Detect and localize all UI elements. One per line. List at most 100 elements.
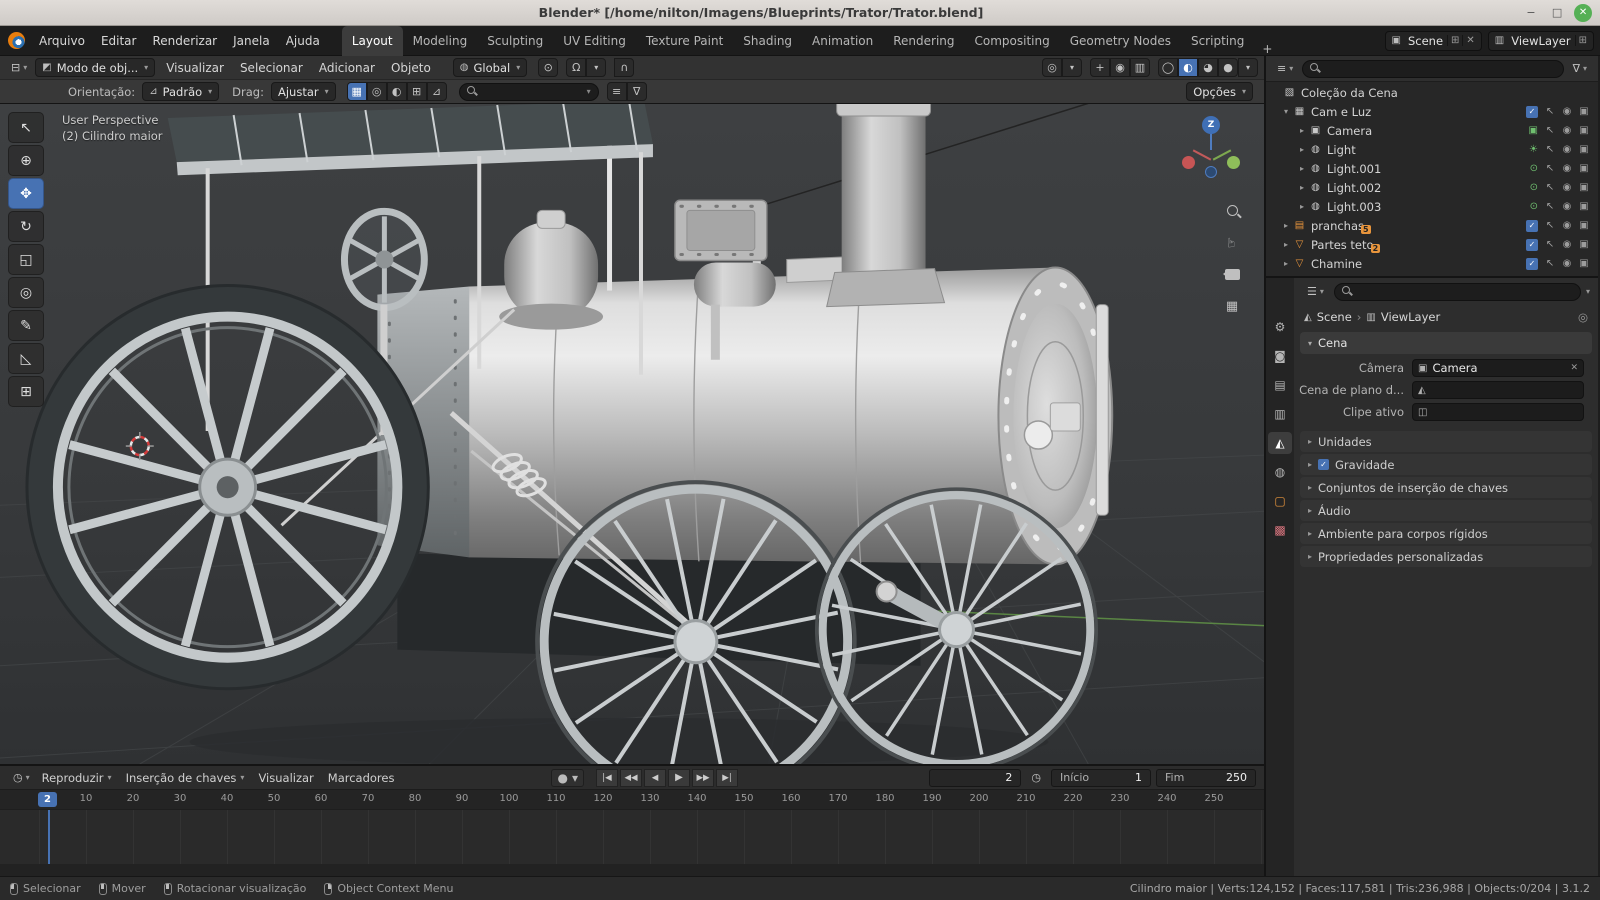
outliner-item-label[interactable]: Coleção da Cena xyxy=(1301,86,1398,100)
camera-visibility-icon[interactable]: ▣ xyxy=(1578,106,1590,117)
current-frame-field[interactable]: 2 xyxy=(929,769,1021,787)
collapsed-section[interactable]: ▸ ✓ Áudio xyxy=(1300,500,1592,521)
tab-texture[interactable]: ▩ xyxy=(1268,519,1292,541)
unlink-scene-button[interactable]: ✕ xyxy=(1462,35,1477,46)
workspace-tab[interactable]: Shading xyxy=(733,26,802,56)
chevron-down-icon[interactable]: ▾ xyxy=(1586,287,1590,296)
outliner-row[interactable]: ▸ ▽ Chamine ✓ ↖ ◉ ▣ xyxy=(1266,254,1598,273)
snap-settings-button[interactable]: ▾ xyxy=(586,58,606,77)
property-field[interactable]: ▣ Camera ✕ xyxy=(1412,359,1584,377)
visibility-dropdown[interactable]: ▾ xyxy=(1062,58,1082,77)
hide-eye-icon[interactable]: ◉ xyxy=(1561,163,1573,174)
frame-start-field[interactable]: Início1 xyxy=(1051,769,1151,787)
snap-vertex-icon[interactable]: ◎ xyxy=(367,82,387,101)
outliner-item-label[interactable]: Chamine xyxy=(1311,257,1362,271)
hide-eye-icon[interactable]: ◉ xyxy=(1561,239,1573,250)
auto-keying-button[interactable]: ● ▾ xyxy=(551,769,584,787)
navigation-gizmo[interactable]: Z xyxy=(1174,114,1248,188)
outliner-row[interactable]: ▸ ◍ Light.003 ⊙ ✓ ↖ ◉ ▣ xyxy=(1266,197,1598,216)
timeline-editor-type-button[interactable]: ◷ ▾ xyxy=(8,768,35,788)
shading-wireframe-icon[interactable]: ◯ xyxy=(1158,58,1178,77)
viewport-3d-canvas[interactable]: User Perspective (2) Cilindro maior ↖ ⊕ … xyxy=(0,104,1264,764)
shading-solid-icon[interactable]: ◐ xyxy=(1178,58,1198,77)
selectable-icon[interactable]: ↖ xyxy=(1544,201,1556,212)
new-viewlayer-button[interactable]: ⊞ xyxy=(1575,35,1590,46)
keying-menu[interactable]: Inserção de chaves▾ xyxy=(119,771,252,785)
transform-tool[interactable]: ◎ xyxy=(8,277,44,308)
clear-x-icon[interactable]: ✕ xyxy=(1570,363,1578,373)
frame-end-field[interactable]: Fim250 xyxy=(1156,769,1256,787)
expand-arrow-icon[interactable]: ▸ xyxy=(1280,240,1292,249)
timeline-tracks[interactable] xyxy=(0,810,1264,864)
camera-visibility-icon[interactable]: ▣ xyxy=(1578,258,1590,269)
workspace-tab[interactable]: Geometry Nodes xyxy=(1060,26,1181,56)
collapsed-section[interactable]: ▸ ✓ Ambiente para corpos rígidos xyxy=(1300,523,1592,544)
select-box-tool[interactable]: ↖ xyxy=(8,112,44,143)
jump-start-button[interactable]: |◀ xyxy=(596,769,618,787)
viewport-search-input[interactable]: ▾ xyxy=(459,83,599,101)
play-button[interactable]: ▶ xyxy=(668,769,690,787)
annotate-tool[interactable]: ✎ xyxy=(8,310,44,341)
selectable-icon[interactable]: ↖ xyxy=(1544,163,1556,174)
editor-type-button[interactable]: ⊟ ▾ xyxy=(6,58,32,78)
outliner-editor-type-button[interactable]: ≡ ▾ xyxy=(1272,59,1298,79)
markers-menu[interactable]: Marcadores xyxy=(321,771,402,785)
expand-arrow-icon[interactable]: ▾ xyxy=(1280,107,1292,116)
expand-arrow-icon[interactable]: ▸ xyxy=(1296,202,1308,211)
next-keyframe-button[interactable]: ▶▶ xyxy=(692,769,714,787)
prev-frame-button[interactable]: ◀ xyxy=(644,769,666,787)
hide-eye-icon[interactable]: ◉ xyxy=(1561,258,1573,269)
outliner-item-label[interactable]: Light.003 xyxy=(1327,200,1381,214)
grid-perspective-icon[interactable]: ▦ xyxy=(1222,296,1242,316)
zoom-icon[interactable] xyxy=(1222,200,1242,220)
minimize-button[interactable]: − xyxy=(1522,4,1540,22)
outliner-item-label[interactable]: Light.002 xyxy=(1327,181,1381,195)
expand-arrow-icon[interactable]: ▸ xyxy=(1296,126,1308,135)
outliner-filter-button[interactable]: ∇ ▾ xyxy=(1568,59,1592,79)
camera-visibility-icon[interactable]: ▣ xyxy=(1578,125,1590,136)
add-workspace-button[interactable]: + xyxy=(1254,42,1280,56)
tab-render[interactable]: ◙ xyxy=(1268,345,1292,367)
maximize-button[interactable]: □ xyxy=(1548,4,1566,22)
scene-section-header[interactable]: ▾ Cena xyxy=(1300,332,1592,354)
outliner-item-label[interactable]: Cam e Luz xyxy=(1311,105,1371,119)
selectable-icon[interactable]: ↖ xyxy=(1544,258,1556,269)
expand-arrow-icon[interactable]: ▸ xyxy=(1280,259,1292,268)
use-preview-range-button[interactable]: ◷ xyxy=(1026,768,1046,788)
viewlayer-selector[interactable]: ▥ ViewLayer ⊞ xyxy=(1488,31,1594,51)
filter-button[interactable]: ∇ xyxy=(627,82,647,101)
tab-output[interactable]: ▤ xyxy=(1268,374,1292,396)
camera-visibility-icon[interactable]: ▣ xyxy=(1578,239,1590,250)
hide-eye-icon[interactable]: ◉ xyxy=(1561,182,1573,193)
collapsed-section[interactable]: ▸ ✓ Propriedades personalizadas xyxy=(1300,546,1592,567)
collection-checkbox[interactable]: ✓ xyxy=(1526,106,1538,118)
collection-checkbox[interactable]: ✓ xyxy=(1526,239,1538,251)
expand-arrow-icon[interactable]: ▸ xyxy=(1296,183,1308,192)
hide-eye-icon[interactable]: ◉ xyxy=(1561,106,1573,117)
selectable-icon[interactable]: ↖ xyxy=(1544,106,1556,117)
gizmo-negz-axis[interactable] xyxy=(1205,166,1217,178)
gizmo-z-axis[interactable]: Z xyxy=(1202,116,1220,134)
workspace-tab[interactable]: Texture Paint xyxy=(636,26,733,56)
options-dropdown[interactable]: Opções ▾ xyxy=(1186,82,1253,101)
expand-arrow-icon[interactable]: ▸ xyxy=(1296,145,1308,154)
expand-arrow-icon[interactable]: ▸ xyxy=(1280,221,1292,230)
hide-eye-icon[interactable]: ◉ xyxy=(1561,220,1573,231)
close-button[interactable]: ✕ xyxy=(1574,4,1592,22)
collection-checkbox[interactable]: ✓ xyxy=(1526,258,1538,270)
jump-end-button[interactable]: ▶| xyxy=(716,769,738,787)
mode-dropdown[interactable]: ◩ Modo de obj... ▾ xyxy=(35,58,155,77)
tab-world[interactable]: ◍ xyxy=(1268,461,1292,483)
tab-viewlayer[interactable]: ▥ xyxy=(1268,403,1292,425)
timeline-scroll-strip[interactable] xyxy=(0,864,1264,876)
gizmo-x-axis[interactable] xyxy=(1182,156,1195,169)
workspace-tab[interactable]: Compositing xyxy=(965,26,1060,56)
camera-visibility-icon[interactable]: ▣ xyxy=(1578,182,1590,193)
outliner-row[interactable]: ▧ Coleção da Cena ✓ ↖ ◉ ▣ xyxy=(1266,83,1598,102)
tab-tool[interactable]: ⚙ xyxy=(1268,316,1292,338)
outliner-row[interactable]: ▾ ▦ Cam e Luz ✓ ↖ ◉ ▣ xyxy=(1266,102,1598,121)
workspace-tab[interactable]: Animation xyxy=(802,26,883,56)
outliner-item-label[interactable]: Camera xyxy=(1327,124,1372,138)
viewport-menu-item[interactable]: Selecionar xyxy=(232,61,311,75)
gizmo-y-axis[interactable] xyxy=(1227,156,1240,169)
